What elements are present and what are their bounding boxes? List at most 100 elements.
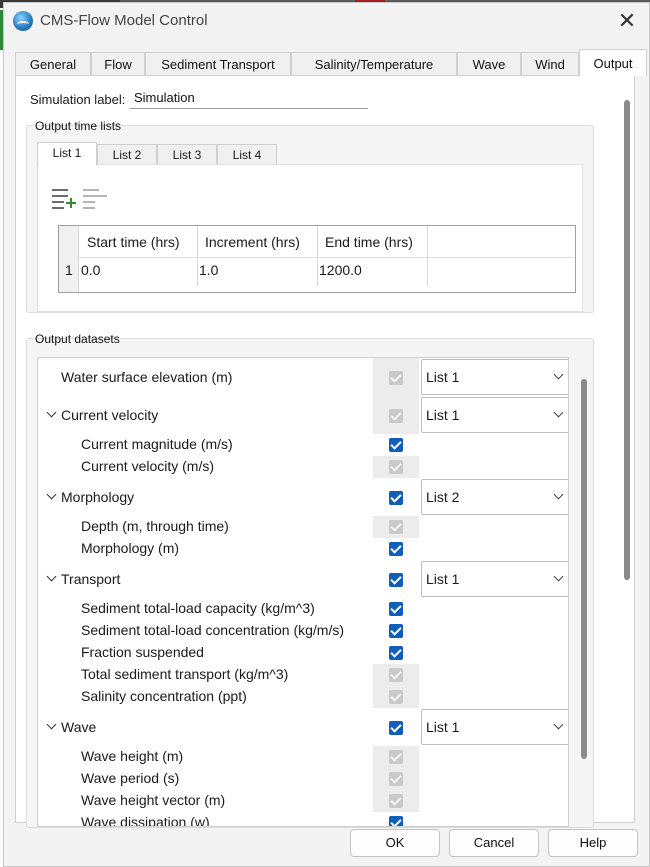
output-checkbox[interactable] (389, 602, 403, 616)
datasets-scrollbar[interactable] (581, 379, 587, 759)
subtab-list-2[interactable]: List 2 (97, 144, 157, 166)
app-globe-icon (13, 11, 33, 31)
tab-general[interactable]: General (15, 52, 91, 76)
dataset-row: Wave dissipation (w) (38, 812, 568, 827)
help-button[interactable]: Help (548, 829, 638, 857)
column-header[interactable]: Increment (hrs) (205, 234, 300, 250)
output-checkbox[interactable] (389, 438, 403, 452)
table-cell[interactable]: 1200.0 (319, 262, 362, 278)
time-list-select[interactable]: List 1 (421, 709, 568, 745)
output-checkbox[interactable] (389, 721, 403, 735)
subtab-list-4[interactable]: List 4 (217, 144, 277, 166)
checkbox-cell (373, 642, 419, 664)
dataset-label: Wave dissipation (w) (81, 814, 210, 827)
dataset-group-row: Current velocity List 1 (38, 396, 568, 434)
tab-output[interactable]: Output (579, 49, 647, 76)
output-checkbox[interactable] (389, 542, 403, 556)
time-list-panel: Start time (hrs) Increment (hrs) End time … (37, 164, 583, 312)
dataset-row: Current velocity (m/s) (38, 456, 568, 478)
close-icon[interactable]: ✕ (615, 9, 639, 33)
cancel-button[interactable]: Cancel (449, 829, 539, 857)
chevron-down-icon[interactable] (46, 720, 58, 732)
checkbox-cell (373, 396, 419, 434)
time-list-select[interactable]: List 1 (421, 397, 568, 433)
dataset-row: Total sediment transport (kg/m^3) (38, 664, 568, 686)
chevron-down-icon[interactable] (46, 490, 58, 502)
time-list-select-value: List 1 (426, 719, 460, 735)
dataset-row: Wave height (m) (38, 746, 568, 768)
dialog-window: CMS-Flow Model Control ✕ General Flow Sedi… (3, 2, 650, 867)
output-time-lists-title: Output time lists (35, 119, 122, 133)
checkbox-cell (373, 746, 419, 768)
window-title: CMS-Flow Model Control (40, 12, 208, 29)
output-checkbox[interactable] (389, 624, 403, 638)
dataset-label: Current magnitude (m/s) (81, 436, 233, 452)
output-checkbox (389, 520, 403, 534)
dataset-group-row: Wave List 1 (38, 708, 568, 746)
add-row-icon[interactable] (52, 189, 76, 209)
output-checkbox[interactable] (389, 491, 403, 505)
checkbox-cell (373, 708, 419, 746)
tab-salinity-temperature[interactable]: Salinity/Temperature (291, 52, 457, 76)
checkbox-cell (373, 790, 419, 812)
chevron-down-icon (553, 571, 564, 582)
dataset-label: Sediment total-load capacity (kg/m^3) (81, 600, 315, 616)
checkbox-cell (373, 598, 419, 620)
checkbox-cell (373, 686, 419, 708)
time-list-select[interactable]: List 1 (421, 561, 568, 597)
column-divider (197, 226, 198, 286)
output-tab-panel: Simulation label: Output time lists List… (15, 75, 635, 828)
dataset-label: Transport (61, 571, 121, 587)
dataset-label: Total sediment transport (kg/m^3) (81, 666, 289, 682)
tab-flow[interactable]: Flow (91, 52, 145, 76)
panel-scrollbar[interactable] (624, 100, 630, 580)
checkbox-cell (373, 516, 419, 538)
time-list-select-value: List 1 (426, 369, 460, 385)
column-header[interactable]: Start time (hrs) (87, 234, 180, 250)
chevron-down-icon[interactable] (46, 572, 58, 584)
output-checkbox (389, 409, 403, 423)
time-list-select-value: List 1 (426, 571, 460, 587)
output-checkbox (389, 460, 403, 474)
tab-wave[interactable]: Wave (457, 52, 521, 76)
output-checkbox[interactable] (389, 573, 403, 587)
dataset-group-row: Morphology List 2 (38, 478, 568, 516)
dataset-label: Wave height vector (m) (81, 792, 226, 808)
table-cell[interactable]: 0.0 (81, 262, 100, 278)
chevron-down-icon[interactable] (46, 408, 58, 420)
output-datasets-title: Output datasets (35, 332, 120, 346)
column-header[interactable]: End time (hrs) (325, 234, 413, 250)
time-list-select[interactable]: List 1 (421, 359, 568, 395)
dataset-row: Salinity concentration (ppt) (38, 686, 568, 708)
simulation-label-input[interactable] (130, 87, 368, 109)
title-bar: CMS-Flow Model Control ✕ (4, 3, 649, 39)
tab-wind[interactable]: Wind (521, 52, 579, 76)
dataset-label: Wave period (s) (81, 770, 180, 786)
output-checkbox[interactable] (389, 816, 403, 826)
checkbox-cell (373, 620, 419, 642)
column-divider (317, 226, 318, 286)
time-list-select[interactable]: List 2 (421, 479, 568, 515)
checkbox-cell (373, 664, 419, 686)
dataset-row: Morphology (m) (38, 538, 568, 560)
dataset-label: Salinity concentration (ppt) (81, 688, 247, 704)
checkbox-cell (373, 434, 419, 456)
dataset-label: Morphology (61, 489, 135, 505)
column-divider (427, 226, 428, 286)
dataset-row: Fraction suspended (38, 642, 568, 664)
subtab-list-3[interactable]: List 3 (157, 144, 217, 166)
dataset-label: Morphology (m) (81, 540, 180, 556)
output-checkbox (389, 750, 403, 764)
subtab-list-1[interactable]: List 1 (37, 142, 97, 166)
ok-button[interactable]: OK (350, 829, 440, 857)
dataset-group-row: Transport List 1 (38, 560, 568, 598)
tab-sediment-transport[interactable]: Sediment Transport (145, 52, 291, 76)
dataset-label: Wave height (m) (81, 748, 184, 764)
table-cell[interactable]: 1.0 (199, 262, 218, 278)
simulation-label: Simulation label: (30, 92, 126, 107)
time-list-table: Start time (hrs) Increment (hrs) End time … (58, 225, 576, 293)
checkbox-cell (373, 560, 419, 598)
row-header-column (59, 226, 79, 292)
checkbox-cell (373, 812, 419, 826)
output-checkbox[interactable] (389, 646, 403, 660)
